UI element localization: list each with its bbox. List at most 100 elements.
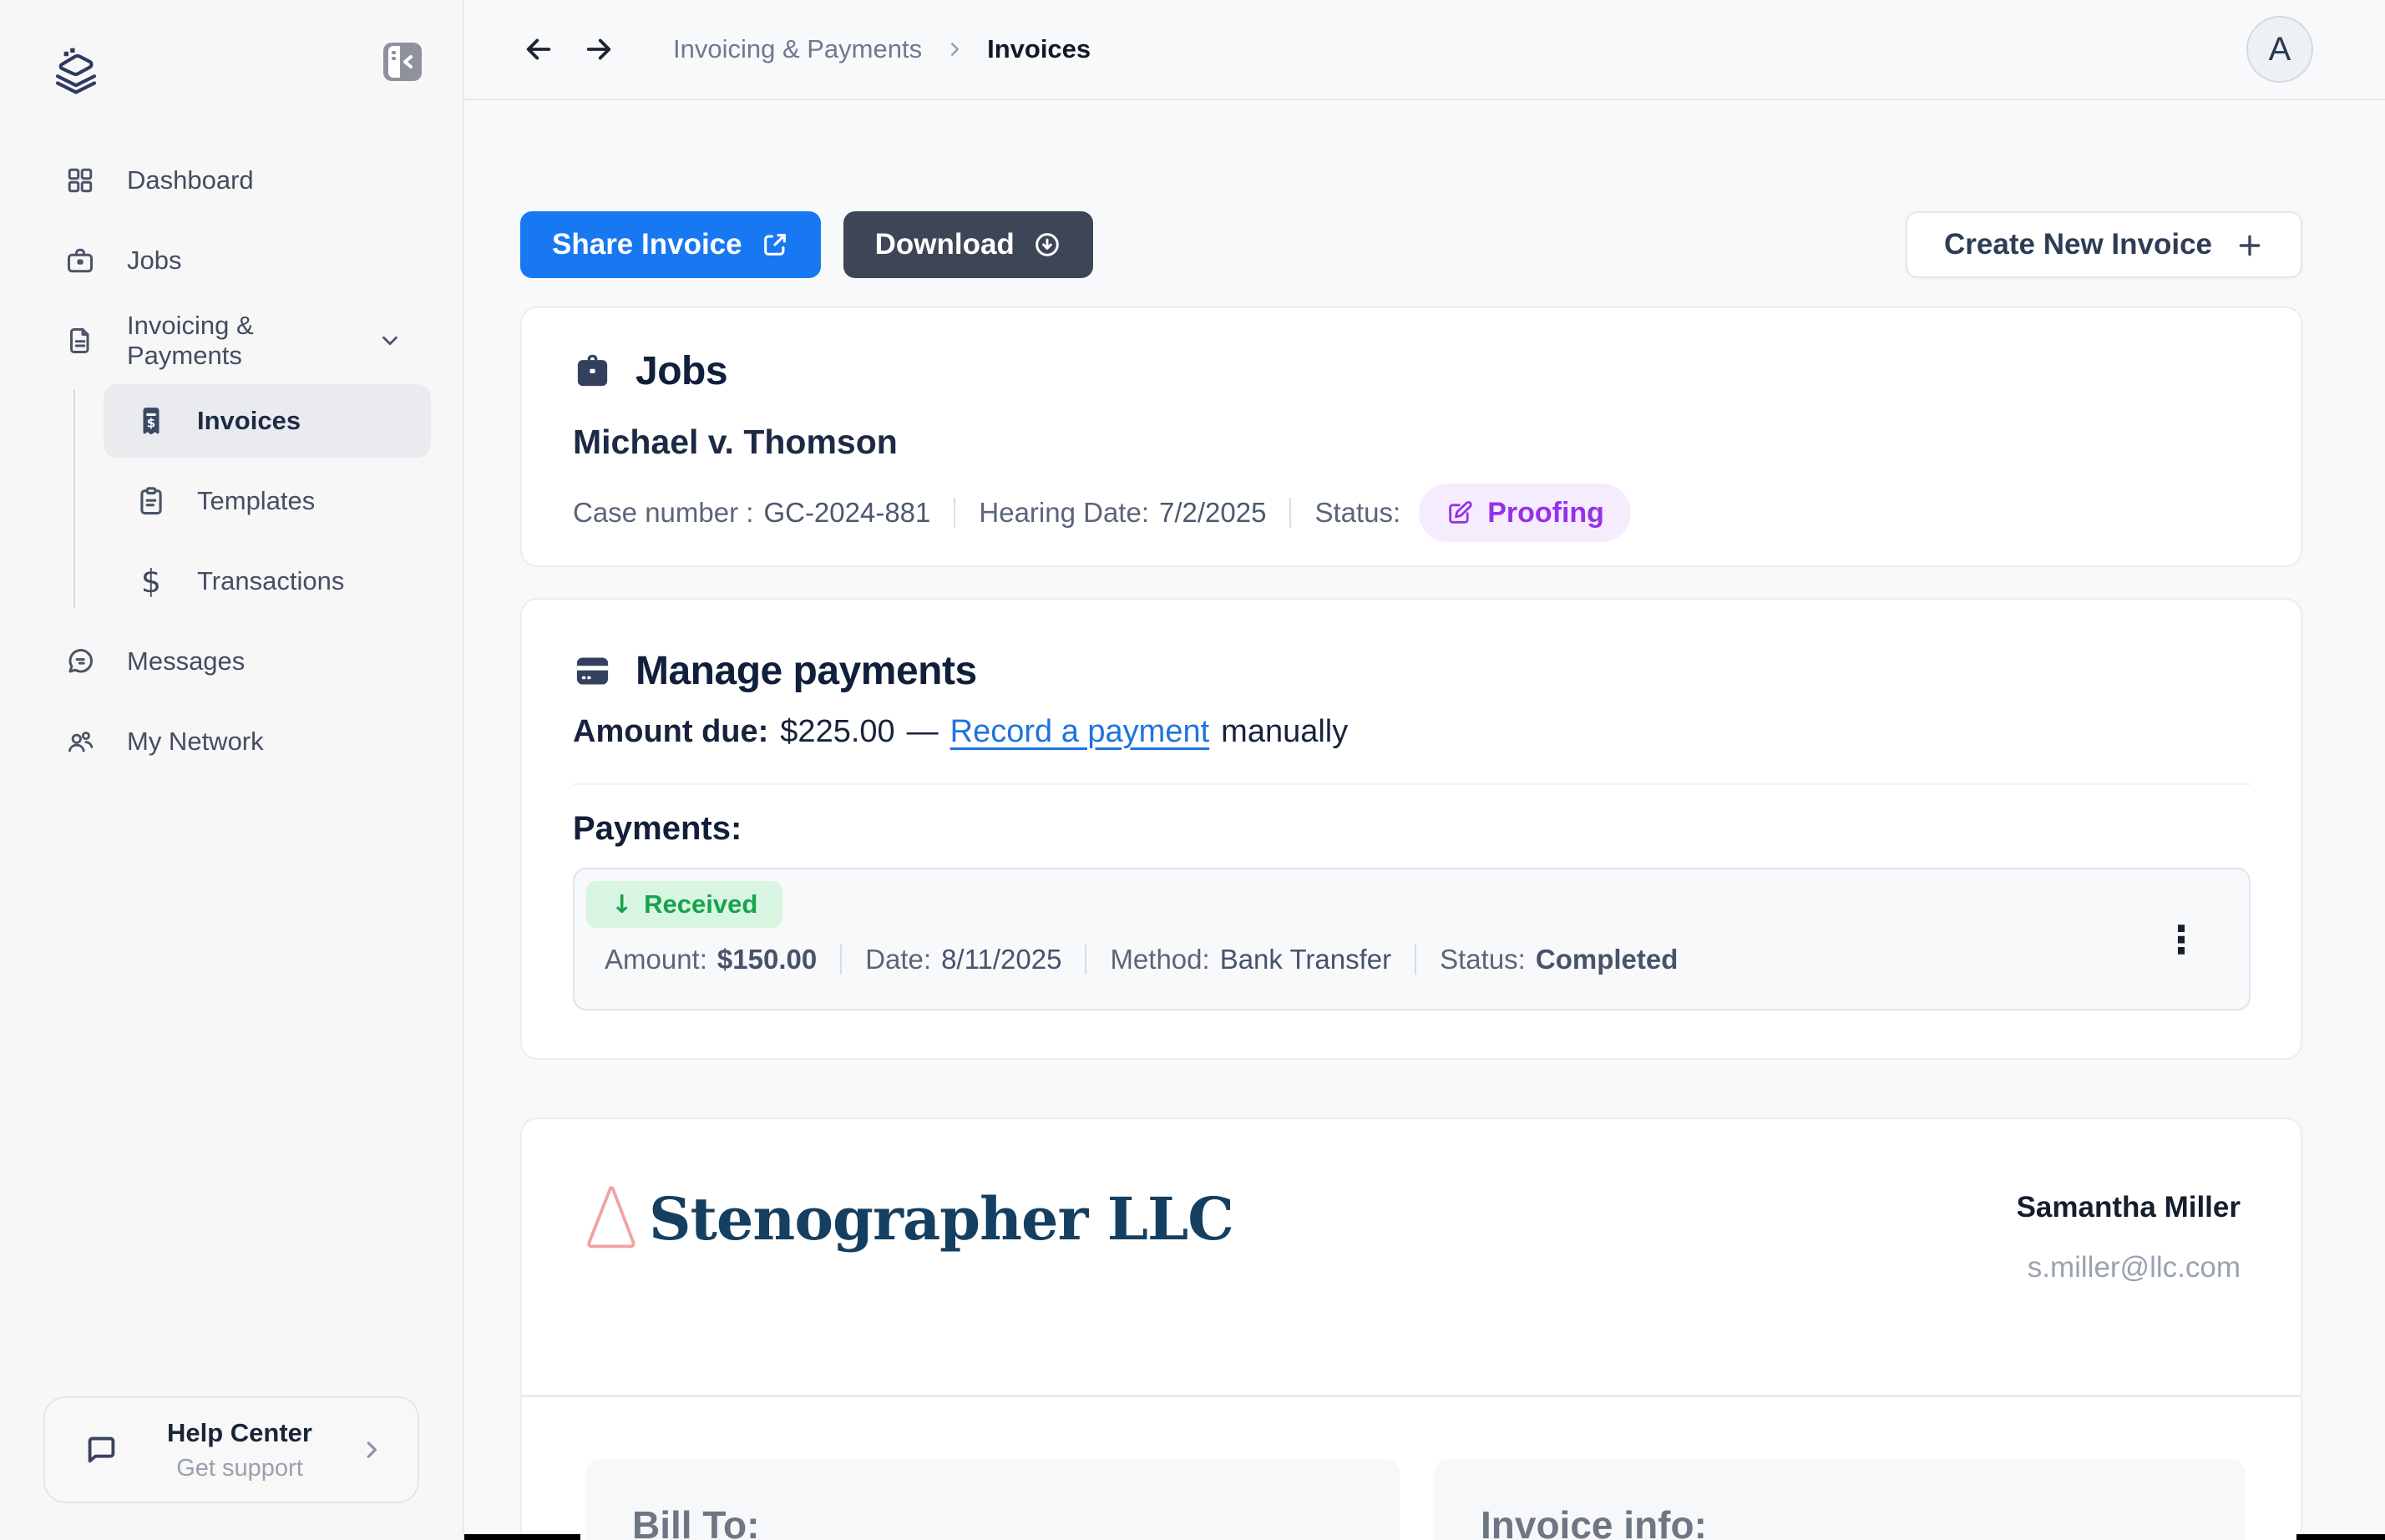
- share-invoice-label: Share Invoice: [552, 228, 742, 261]
- breadcrumb-parent-link[interactable]: Invoicing & Payments: [673, 34, 922, 64]
- dollar-icon: $: [135, 565, 167, 597]
- download-circle-icon: [1033, 230, 1061, 259]
- help-center-title: Help Center: [120, 1418, 359, 1448]
- breadcrumb: Invoicing & Payments Invoices: [673, 34, 1091, 64]
- invoice-preview-card: Stenographer LLC Samantha Miller s.mille…: [520, 1117, 2302, 1540]
- sidebar-item-jobs[interactable]: Jobs: [0, 224, 463, 297]
- invoice-info-boxes: Bill To: Invoice info:: [585, 1459, 2301, 1540]
- download-button[interactable]: Download: [843, 211, 1093, 278]
- svg-text:$: $: [147, 416, 155, 431]
- status-label: Status:: [1314, 497, 1400, 529]
- chevron-down-icon: [377, 328, 403, 353]
- case-number-label: Case number :: [573, 497, 753, 529]
- manage-payments-title: Manage payments: [635, 648, 977, 694]
- received-badge-text: Received: [644, 889, 757, 919]
- create-new-invoice-button[interactable]: Create New Invoice: [1906, 211, 2302, 278]
- record-payment-link[interactable]: Record a payment: [950, 714, 1210, 750]
- app-logo-icon: [48, 42, 104, 97]
- sidebar-item-invoicing-payments[interactable]: Invoicing & Payments: [0, 304, 463, 377]
- sidebar-item-transactions[interactable]: $ Transactions: [104, 545, 431, 618]
- people-group-icon: [65, 727, 95, 757]
- contact-name: Samantha Miller: [2017, 1191, 2241, 1224]
- user-avatar[interactable]: A: [2246, 16, 2313, 83]
- status-badge-text: Proofing: [1487, 497, 1604, 529]
- meta-divider: [954, 498, 955, 528]
- jobs-card-title: Jobs: [635, 348, 727, 394]
- status-badge-proofing: Proofing: [1419, 484, 1631, 542]
- bill-to-box: Bill To:: [585, 1459, 1400, 1540]
- sidebar-item-label: Jobs: [127, 246, 181, 276]
- collapse-sidebar-button[interactable]: [382, 42, 423, 82]
- payment-method-value: Bank Transfer: [1220, 944, 1391, 975]
- sidebar-subnav: $ Invoices Templates: [0, 384, 463, 618]
- jobs-card: Jobs Michael v. Thomson Case number : GC…: [520, 306, 2302, 567]
- breadcrumb-current: Invoices: [987, 34, 1091, 64]
- topbar: Invoicing & Payments Invoices A: [464, 0, 2385, 100]
- meta-divider: [1415, 945, 1416, 975]
- invoice-info-box: Invoice info:: [1434, 1459, 2246, 1540]
- sidebar-item-label: Dashboard: [127, 165, 254, 195]
- app-window: Dashboard Jobs: [0, 0, 2385, 1540]
- sidebar-nav: Dashboard Jobs: [0, 144, 463, 778]
- case-number-value: GC-2024-881: [763, 497, 930, 529]
- payment-status-label: Status:: [1440, 944, 1526, 975]
- payment-amount-label: Amount:: [605, 944, 707, 975]
- section-divider: [573, 783, 2251, 785]
- back-arrow-button[interactable]: [519, 30, 558, 68]
- sidebar-item-label: Transactions: [197, 566, 344, 596]
- payment-date-value: 8/11/2025: [941, 944, 1061, 975]
- payment-method-label: Method:: [1110, 944, 1209, 975]
- share-invoice-button[interactable]: Share Invoice: [520, 211, 821, 278]
- plus-icon: [2236, 230, 2264, 259]
- sidebar-item-label: Messages: [127, 646, 245, 676]
- screenshot-edge-artifact: [464, 1534, 580, 1540]
- sidebar-item-messages[interactable]: Messages: [0, 625, 463, 698]
- sidebar-item-templates[interactable]: Templates: [104, 464, 431, 538]
- invoice-info-label: Invoice info:: [1481, 1502, 2246, 1540]
- main-area: Invoicing & Payments Invoices A Share In…: [464, 0, 2385, 1540]
- briefcase-icon: [65, 246, 95, 276]
- company-logo: Stenographer LLC: [584, 1183, 1233, 1254]
- dashboard-grid-icon: [65, 165, 95, 195]
- share-icon: [761, 230, 789, 259]
- meta-divider: [1289, 498, 1291, 528]
- invoice-header-divider: [522, 1395, 2301, 1397]
- help-center-subtitle: Get support: [120, 1455, 359, 1482]
- hearing-date-value: 7/2/2025: [1159, 497, 1266, 529]
- case-name: Michael v. Thomson: [573, 423, 2251, 462]
- payment-status-value: Completed: [1536, 944, 1679, 975]
- sidebar-item-invoices[interactable]: $ Invoices: [104, 384, 431, 458]
- dash-separator: —: [907, 714, 939, 750]
- sidebar-item-my-network[interactable]: My Network: [0, 705, 463, 778]
- payment-details-row: Amount: $150.00 Date: 8/11/2025 Method: …: [605, 944, 1678, 975]
- sidebar: Dashboard Jobs: [0, 0, 464, 1540]
- invoice-contact-block: Samantha Miller s.miller@llc.com: [2017, 1191, 2241, 1284]
- payment-row: ↓ Received Amount: $150.00 Date: 8/11/20…: [573, 868, 2251, 1011]
- document-icon: [65, 326, 95, 356]
- invoice-toolbar: Share Invoice Download: [520, 211, 2302, 278]
- meta-divider: [1085, 945, 1086, 975]
- bill-to-label: Bill To:: [632, 1502, 1400, 1540]
- meta-divider: [840, 945, 842, 975]
- receipt-icon: $: [135, 405, 167, 437]
- invoice-header: Stenographer LLC Samantha Miller s.mille…: [522, 1119, 2301, 1395]
- page-content: Share Invoice Download: [464, 100, 2385, 1540]
- payment-kebab-menu[interactable]: ⋮: [2162, 920, 2200, 959]
- triangle-logo-icon: [584, 1183, 639, 1254]
- amount-due-value: $225.00: [780, 714, 894, 750]
- credit-card-filled-icon: [573, 651, 612, 691]
- screenshot-edge-artifact: [2296, 1534, 2385, 1540]
- sidebar-item-dashboard[interactable]: Dashboard: [0, 144, 463, 217]
- amount-due-line: Amount due: $225.00 — Record a payment m…: [573, 714, 2251, 750]
- help-center-card[interactable]: Help Center Get support: [43, 1396, 419, 1503]
- jobs-card-header: Jobs: [573, 348, 2251, 394]
- hearing-date-label: Hearing Date:: [979, 497, 1149, 529]
- company-name: Stenographer LLC: [649, 1187, 1233, 1251]
- chat-bubble-icon: [65, 646, 95, 676]
- sidebar-item-label: Invoicing & Payments: [127, 311, 346, 371]
- arrow-down-icon: ↓: [611, 890, 632, 919]
- create-new-invoice-label: Create New Invoice: [1944, 228, 2212, 261]
- forward-arrow-button[interactable]: [580, 30, 618, 68]
- clipboard-icon: [135, 485, 167, 517]
- manage-payments-card: Manage payments Amount due: $225.00 — Re…: [520, 598, 2302, 1060]
